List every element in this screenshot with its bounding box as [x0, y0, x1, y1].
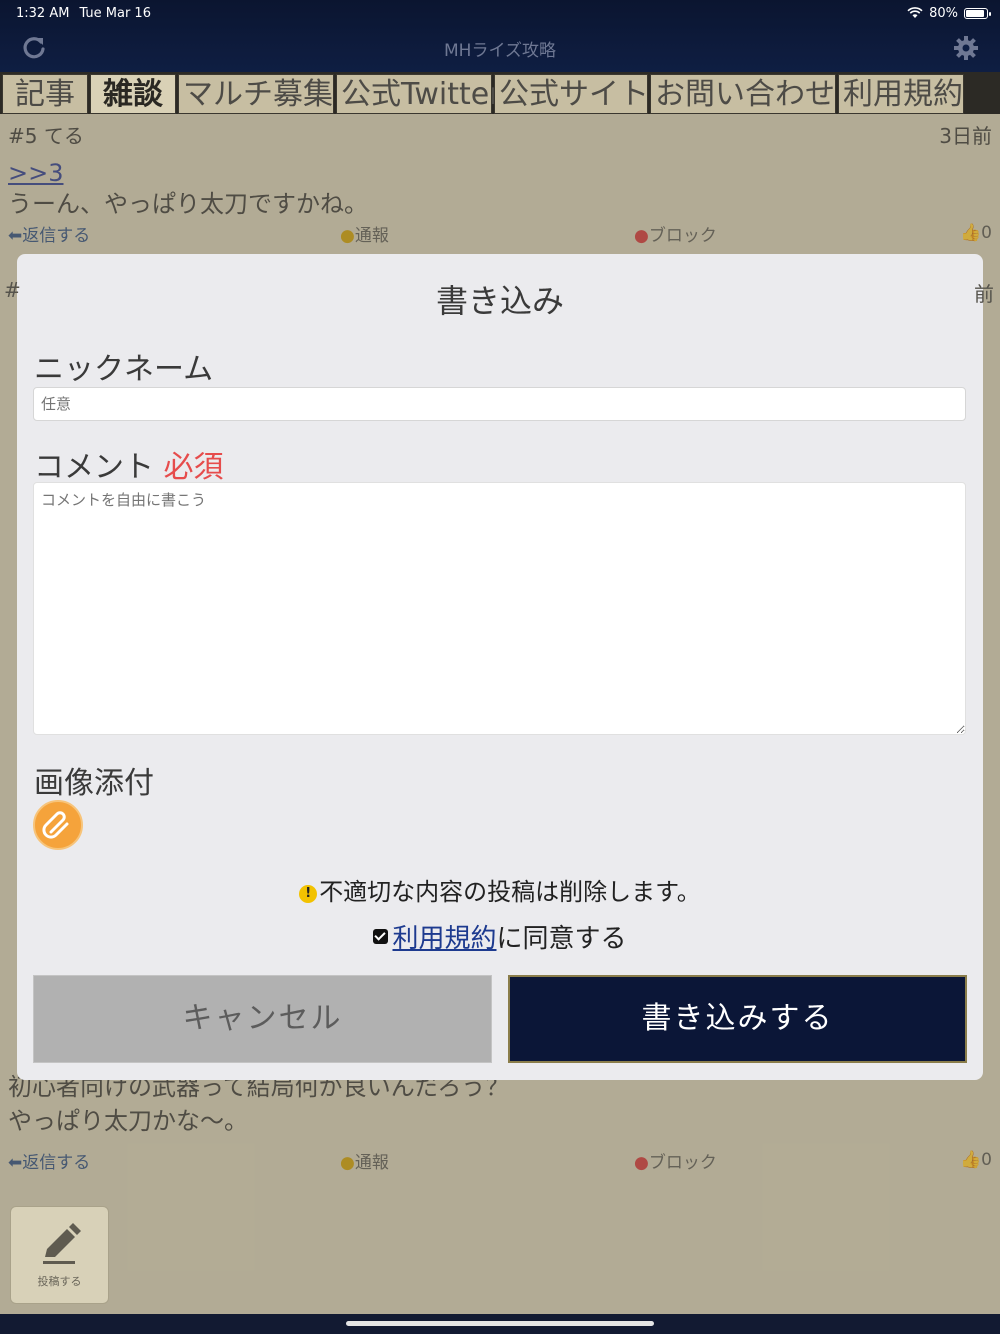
- terms-link[interactable]: 利用規約: [392, 924, 496, 954]
- tab-official-site[interactable]: 公式サイト: [494, 74, 649, 114]
- modal-title: 書き込み: [435, 282, 564, 320]
- wifi-icon: [907, 7, 923, 18]
- nickname-label: ニックネーム: [34, 352, 214, 387]
- comment-label: コメント 必須: [34, 442, 224, 486]
- required-badge: 必須: [163, 450, 224, 485]
- top-bar: 1:32 AM Tue Mar 16 80% MHライズ攻略: [0, 0, 1000, 78]
- status-right: 80%: [907, 5, 991, 21]
- comment-textarea[interactable]: [33, 482, 966, 735]
- list-rail-text: 前: [974, 282, 994, 306]
- home-indicator[interactable]: [346, 1321, 654, 1326]
- nav-bar: MHライズ攻略: [0, 30, 1000, 66]
- nickname-input[interactable]: [33, 387, 966, 421]
- warning-icon: !: [299, 885, 318, 903]
- compose-post-label: 投稿する: [37, 1275, 82, 1288]
- nav-title: MHライズ攻略: [444, 40, 556, 61]
- cancel-button[interactable]: キャンセル: [33, 975, 492, 1063]
- agree-text: に同意する: [496, 924, 627, 954]
- warning-text: 不適切な内容の投稿は削除します。: [319, 878, 701, 906]
- pencil-icon: [43, 1223, 81, 1264]
- compose-post-button[interactable]: 投稿する: [10, 1206, 109, 1304]
- tab-official-twitter[interactable]: 公式Twitter: [336, 74, 502, 114]
- gear-icon[interactable]: [952, 34, 980, 62]
- attach-label: 画像添付: [34, 766, 154, 801]
- tab-chat[interactable]: 雑談: [90, 74, 176, 114]
- list-rail-text: #: [4, 278, 21, 302]
- terms-agreement: 利用規約に同意する: [17, 918, 983, 955]
- status-time: 1:32 AM: [16, 5, 70, 21]
- tab-terms[interactable]: 利用規約: [838, 74, 964, 114]
- comment-label-text: コメント: [34, 450, 154, 485]
- attach-image-button[interactable]: [33, 800, 83, 850]
- compose-modal: 書き込み ニックネーム コメント 必須 画像添付 !不適切な内容の投稿は削除しま…: [17, 254, 983, 1080]
- battery-icon: [964, 7, 991, 19]
- agree-checkbox[interactable]: [373, 929, 389, 944]
- battery-percent: 80%: [929, 5, 958, 21]
- status-bar: 1:32 AM Tue Mar 16 80%: [16, 4, 991, 22]
- paperclip-icon: [42, 811, 69, 839]
- submit-button[interactable]: 書き込みする: [508, 975, 967, 1063]
- status-date: Tue Mar 16: [79, 5, 151, 21]
- tab-bar: 記事 雑談 マルチ募集 公式Twitter 公式サイト お問い合わせ 利用規約: [0, 72, 1000, 114]
- tab-multi-recruit[interactable]: マルチ募集: [178, 74, 334, 114]
- tab-articles[interactable]: 記事: [2, 74, 88, 114]
- warning-notice: ! 不適切な内容の投稿は削除します。: [17, 872, 983, 907]
- tab-contact[interactable]: お問い合わせ: [650, 74, 836, 114]
